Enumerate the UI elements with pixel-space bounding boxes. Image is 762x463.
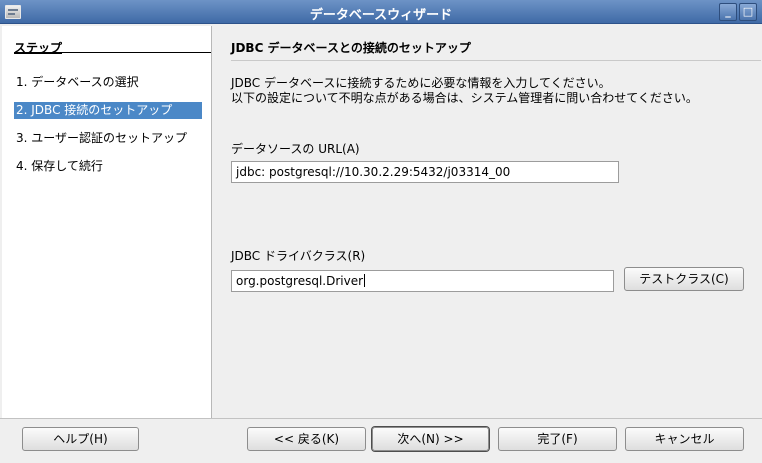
steps-divider xyxy=(14,52,211,53)
title-bar: データベースウィザード _ □ × xyxy=(0,0,762,24)
text-caret xyxy=(364,274,366,287)
description-line-2: 以下の設定について不明な点がある場合は、システム管理者に問い合わせてください。 xyxy=(231,91,698,105)
main-panel: JDBC データベースとの接続のセットアップ JDBC データベースに接続するた… xyxy=(213,26,761,418)
next-button[interactable]: 次へ(N) >> xyxy=(372,427,489,451)
cancel-button[interactable]: キャンセル xyxy=(625,427,744,451)
datasource-url-field[interactable]: jdbc: postgresql://10.30.2.29:5432/j0331… xyxy=(231,161,619,183)
driver-label: JDBC ドライバクラス(R) xyxy=(231,249,366,263)
minimize-button[interactable]: _ xyxy=(719,3,737,21)
url-value: postgresql://10.30.2.29:5432/j03314_00 xyxy=(269,165,511,179)
maximize-button[interactable]: □ xyxy=(739,3,757,21)
step-user-auth[interactable]: 3. ユーザー認証のセットアップ xyxy=(14,130,202,147)
steps-panel: ステップ 1. データベースの選択 2. JDBC 接続のセットアップ 3. ユ… xyxy=(2,26,212,418)
step-save-continue[interactable]: 4. 保存して続行 xyxy=(14,158,202,175)
description-line-1: JDBC データベースに接続するために必要な情報を入力してください。 xyxy=(231,76,611,90)
step-select-database[interactable]: 1. データベースの選択 xyxy=(14,74,202,91)
test-class-button[interactable]: テストクラス(C) xyxy=(624,267,744,291)
page-divider xyxy=(231,60,761,61)
footer-divider xyxy=(0,418,762,419)
url-label: データソースの URL(A) xyxy=(231,142,360,156)
step-jdbc-setup[interactable]: 2. JDBC 接続のセットアップ xyxy=(14,102,202,119)
steps-heading: ステップ xyxy=(14,41,63,55)
help-button[interactable]: ヘルプ(H) xyxy=(22,427,139,451)
window-title: データベースウィザード xyxy=(309,8,453,23)
page-description: JDBC データベースに接続するために必要な情報を入力してください。 以下の設定… xyxy=(231,76,698,106)
back-button[interactable]: << 戻る(K) xyxy=(247,427,366,451)
page-title: JDBC データベースとの接続のセットアップ xyxy=(231,41,471,55)
driver-value: org.postgresql.Driver xyxy=(236,274,364,288)
finish-button[interactable]: 完了(F) xyxy=(498,427,617,451)
jdbc-driver-field[interactable]: org.postgresql.Driver xyxy=(231,270,614,292)
url-prefix: jdbc: xyxy=(236,165,266,179)
